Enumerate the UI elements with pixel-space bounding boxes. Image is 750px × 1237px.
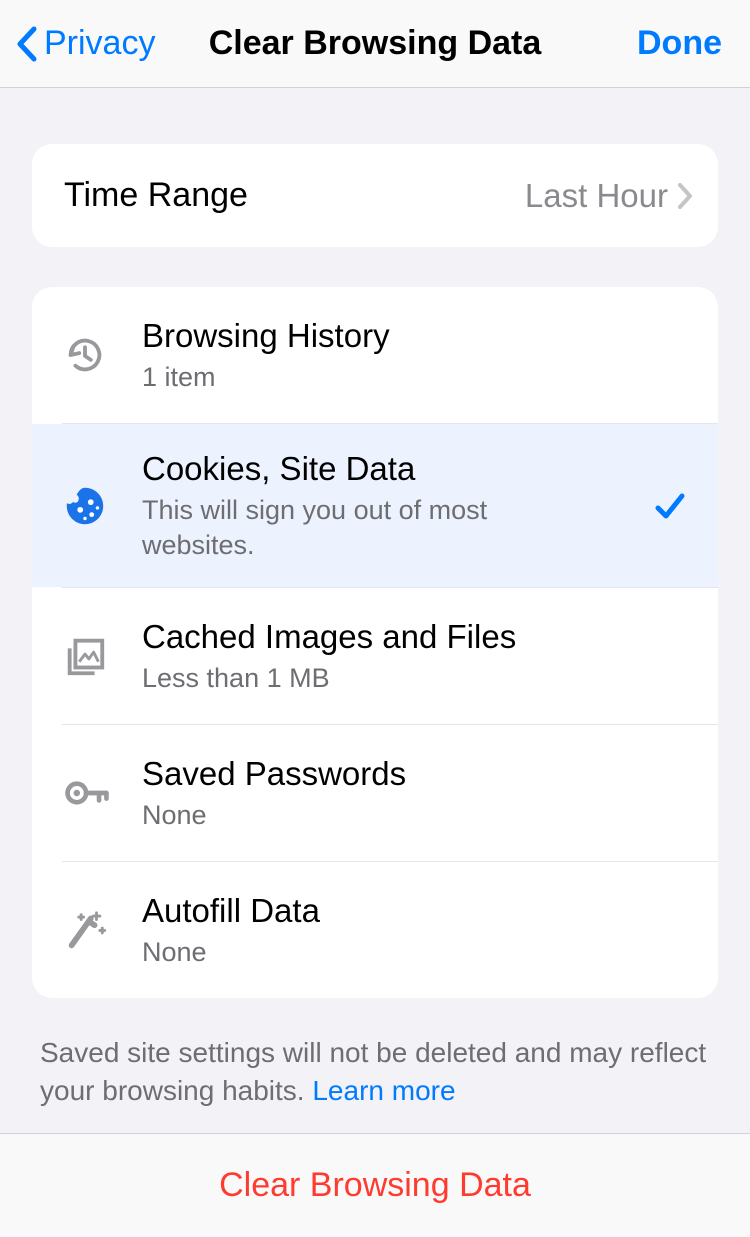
cookie-icon xyxy=(62,483,122,529)
row-title: Cached Images and Files xyxy=(142,616,688,659)
row-title: Cookies, Site Data xyxy=(142,448,652,491)
row-title: Saved Passwords xyxy=(142,753,688,796)
time-range-label: Time Range xyxy=(64,176,525,215)
chevron-right-icon xyxy=(676,181,694,211)
wand-icon xyxy=(62,907,122,953)
cookies-row[interactable]: Cookies, Site Data This will sign you ou… xyxy=(32,424,718,587)
chevron-left-icon xyxy=(14,25,38,63)
checkmark-icon xyxy=(652,488,688,524)
learn-more-link[interactable]: Learn more xyxy=(312,1075,455,1106)
passwords-row[interactable]: Saved Passwords None xyxy=(32,725,718,861)
row-sub: None xyxy=(142,935,562,970)
time-range-row[interactable]: Time Range Last Hour xyxy=(32,144,718,247)
done-button[interactable]: Done xyxy=(637,24,722,63)
autofill-row[interactable]: Autofill Data None xyxy=(32,862,718,998)
back-label: Privacy xyxy=(44,24,155,63)
cached-row[interactable]: Cached Images and Files Less than 1 MB xyxy=(32,588,718,724)
clear-browsing-data-button[interactable]: Clear Browsing Data xyxy=(219,1166,531,1205)
content: Time Range Last Hour Browsing History 1 … xyxy=(0,144,750,1110)
footer-note: Saved site settings will not be deleted … xyxy=(0,998,750,1110)
back-button[interactable]: Privacy xyxy=(14,24,155,63)
row-sub: None xyxy=(142,798,562,833)
key-icon xyxy=(62,770,122,816)
data-types-card: Browsing History 1 item Cookies, Site Da… xyxy=(32,287,718,998)
row-title: Browsing History xyxy=(142,315,688,358)
cached-images-icon xyxy=(62,633,122,679)
row-sub: This will sign you out of most websites. xyxy=(142,493,562,563)
time-range-value: Last Hour xyxy=(525,177,668,215)
row-title: Autofill Data xyxy=(142,890,688,933)
bottom-toolbar: Clear Browsing Data xyxy=(0,1133,750,1237)
history-icon xyxy=(62,332,122,378)
navbar: Privacy Clear Browsing Data Done xyxy=(0,0,750,88)
browsing-history-row[interactable]: Browsing History 1 item xyxy=(32,287,718,423)
row-sub: 1 item xyxy=(142,360,562,395)
row-sub: Less than 1 MB xyxy=(142,661,562,696)
time-range-card: Time Range Last Hour xyxy=(32,144,718,247)
page-title: Clear Browsing Data xyxy=(209,24,542,63)
